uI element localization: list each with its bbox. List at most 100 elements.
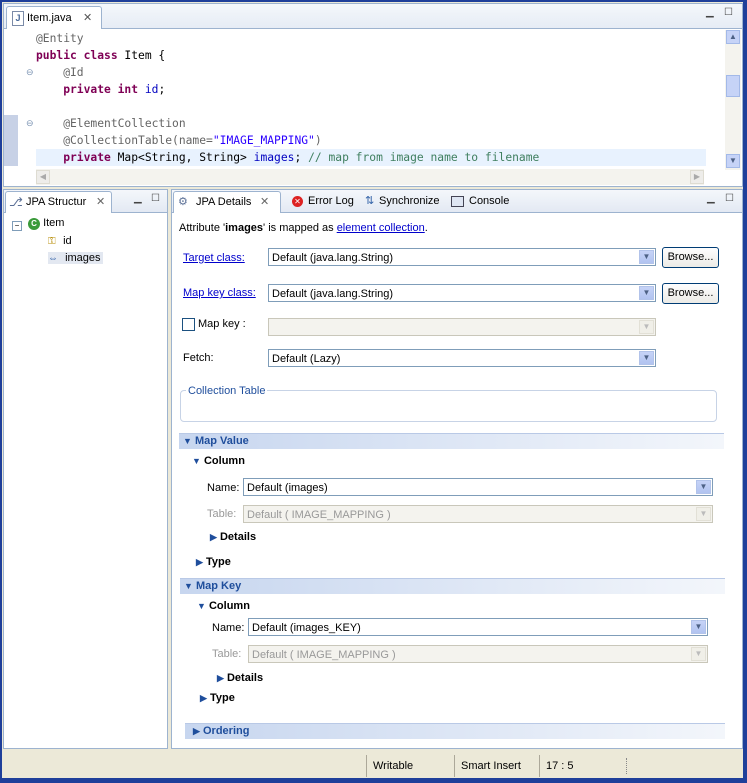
browse-map-key-class-button[interactable]: Browse... [662,283,719,304]
name-label: Name: [207,482,240,494]
code-area[interactable]: @Entity public class Item { @Id private i… [36,30,706,170]
map-key-label: Map key : [198,318,246,330]
minimize-icon[interactable]: ▁ [134,193,142,204]
chevron-down-icon[interactable]: ▼ [696,480,711,494]
map-key-type-toggle[interactable]: ▶ Type [200,692,235,704]
expanded-triangle-icon: ▼ [183,436,192,446]
expanded-triangle-icon: ▼ [197,601,206,611]
status-divider [366,755,367,777]
scroll-up-icon[interactable]: ▲ [726,30,740,44]
map-key-section[interactable]: ▼ Map Key [180,578,725,594]
map-value-section[interactable]: ▼ Map Value [179,433,724,449]
code-line[interactable]: @ElementCollection [36,115,185,132]
code-token: // map from image name to filename [308,151,540,164]
tab-console[interactable]: Console [447,191,517,212]
collection-table-label: Collection Table [186,385,268,397]
element-collection-link[interactable]: element collection [337,222,425,234]
code-token: int [117,83,145,96]
expanded-triangle-icon: ▼ [184,581,193,591]
section-title: Map Key [195,580,242,592]
minimize-icon[interactable]: ▁ [707,193,715,204]
id-mapping-icon: ⚿ [48,236,56,247]
status-grip [626,758,629,774]
map-key-column-toggle[interactable]: ▼ Column [197,600,250,612]
tab-jpa-structure[interactable]: ⎇ JPA Structur ✕ [5,191,112,213]
attribute-name: images [225,222,264,234]
insert-mode-status: Smart Insert [461,760,521,772]
editor-tab-label: Item.java [27,12,72,24]
map-key-name-combo[interactable]: Default (images_KEY) ▼ [248,618,708,636]
tree-item-label: id [63,235,72,247]
horizontal-scrollbar[interactable]: ◀ ▶ [36,169,704,185]
chevron-down-icon[interactable]: ▼ [639,351,654,365]
maximize-icon[interactable]: ☐ [725,193,734,204]
editor-tab-item-java[interactable]: J Item.java ✕ [6,6,102,29]
scroll-down-icon[interactable]: ▼ [726,154,740,168]
map-value-name-combo[interactable]: Default (images) ▼ [243,478,713,496]
close-icon[interactable]: ✕ [260,192,269,213]
tab-error-log[interactable]: ✕ Error Log [290,191,360,212]
section-title: Ordering [202,725,250,737]
map-key-table-combo[interactable]: Default ( IMAGE_MAPPING ) ▼ [248,645,708,663]
table-label: Table: [207,508,237,520]
target-class-combo[interactable]: Default (java.lang.String) ▼ [268,248,656,266]
jpa-details-tabbar: ⚙ JPA Details ✕ ✕ Error Log ⇅ Synchroniz… [172,190,742,213]
tree-toggle-icon[interactable]: − [12,219,22,231]
tree-item-label: images [65,252,101,264]
tree-item-root[interactable]: C Item [28,217,64,230]
chevron-down-icon[interactable]: ▼ [639,286,654,300]
chevron-down-icon[interactable]: ▼ [691,620,706,634]
subsection-title: Column [203,455,245,467]
java-file-icon: J [12,11,24,26]
tree-item-id[interactable]: ⚿ id [48,235,72,247]
close-icon[interactable]: ✕ [83,11,92,24]
browse-target-class-button[interactable]: Browse... [662,247,719,268]
map-key-combo[interactable]: ▼ [268,318,656,336]
map-value-column-toggle[interactable]: ▼ Column [192,455,245,467]
change-marker [4,115,18,166]
tree-item-label: Item [43,217,65,229]
code-token: ) [314,134,322,147]
tab-label: JPA Details [196,196,252,208]
code-line[interactable]: private int id; [36,81,165,98]
minimize-icon[interactable]: ▁ [706,7,714,18]
tab-synchronize[interactable]: ⇅ Synchronize [362,191,444,212]
scroll-right-icon[interactable]: ▶ [690,170,704,184]
jpa-details-icon: ⚙ [178,196,188,208]
map-key-class-combo[interactable]: Default (java.lang.String) ▼ [268,284,656,302]
editor-tabbar: J Item.java ✕ ▁ ☐ [4,4,742,29]
map-key-checkbox[interactable] [182,318,195,331]
code-token: images [253,151,295,164]
code-line[interactable]: @CollectionTable(name="IMAGE_MAPPING") [36,132,322,149]
scroll-thumb[interactable] [726,75,740,97]
code-line[interactable]: @Id [36,64,83,81]
tree-item-images[interactable]: ⇔ images [48,252,103,264]
java-editor[interactable]: J Item.java ✕ ▁ ☐ ⊖ ⊖ @Entity public clas… [3,3,743,187]
entity-icon: C [28,218,40,230]
chevron-down-icon[interactable]: ▼ [639,250,654,264]
code-line[interactable]: private Map<String, String> images; // m… [36,149,706,166]
text: ' is mapped as [263,222,337,234]
close-icon[interactable]: ✕ [96,192,105,213]
maximize-icon[interactable]: ☐ [151,193,160,204]
map-key-class-link[interactable]: Map key class: [183,287,256,299]
map-key-details-toggle[interactable]: ▶ Details [217,672,263,684]
ordering-section[interactable]: ▶ Ordering [185,723,725,739]
fold-icon[interactable]: ⊖ [26,68,35,77]
section-title: Map Value [194,435,249,447]
target-class-link[interactable]: Target class: [183,252,245,264]
maximize-icon[interactable]: ☐ [724,7,733,18]
map-value-table-combo[interactable]: Default ( IMAGE_MAPPING ) ▼ [243,505,713,523]
vertical-scrollbar[interactable]: ▲ ▼ [725,30,741,170]
code-line[interactable]: @Entity [36,30,84,47]
map-value-details-toggle[interactable]: ▶ Details [210,531,256,543]
tab-jpa-details[interactable]: ⚙ JPA Details ✕ [173,191,281,213]
jpa-structure-view: ⎇ JPA Structur ✕ ▁ ☐ − C Item ⚿ id ⇔ ima… [3,189,168,749]
scroll-left-icon[interactable]: ◀ [36,170,50,184]
code-line[interactable]: public class Item { [36,47,165,64]
fold-icon[interactable]: ⊖ [26,119,35,128]
subsection-title: Type [205,556,231,568]
fetch-combo[interactable]: Default (Lazy) ▼ [268,349,656,367]
map-value-type-toggle[interactable]: ▶ Type [196,556,231,568]
chevron-down-icon: ▼ [639,320,654,334]
